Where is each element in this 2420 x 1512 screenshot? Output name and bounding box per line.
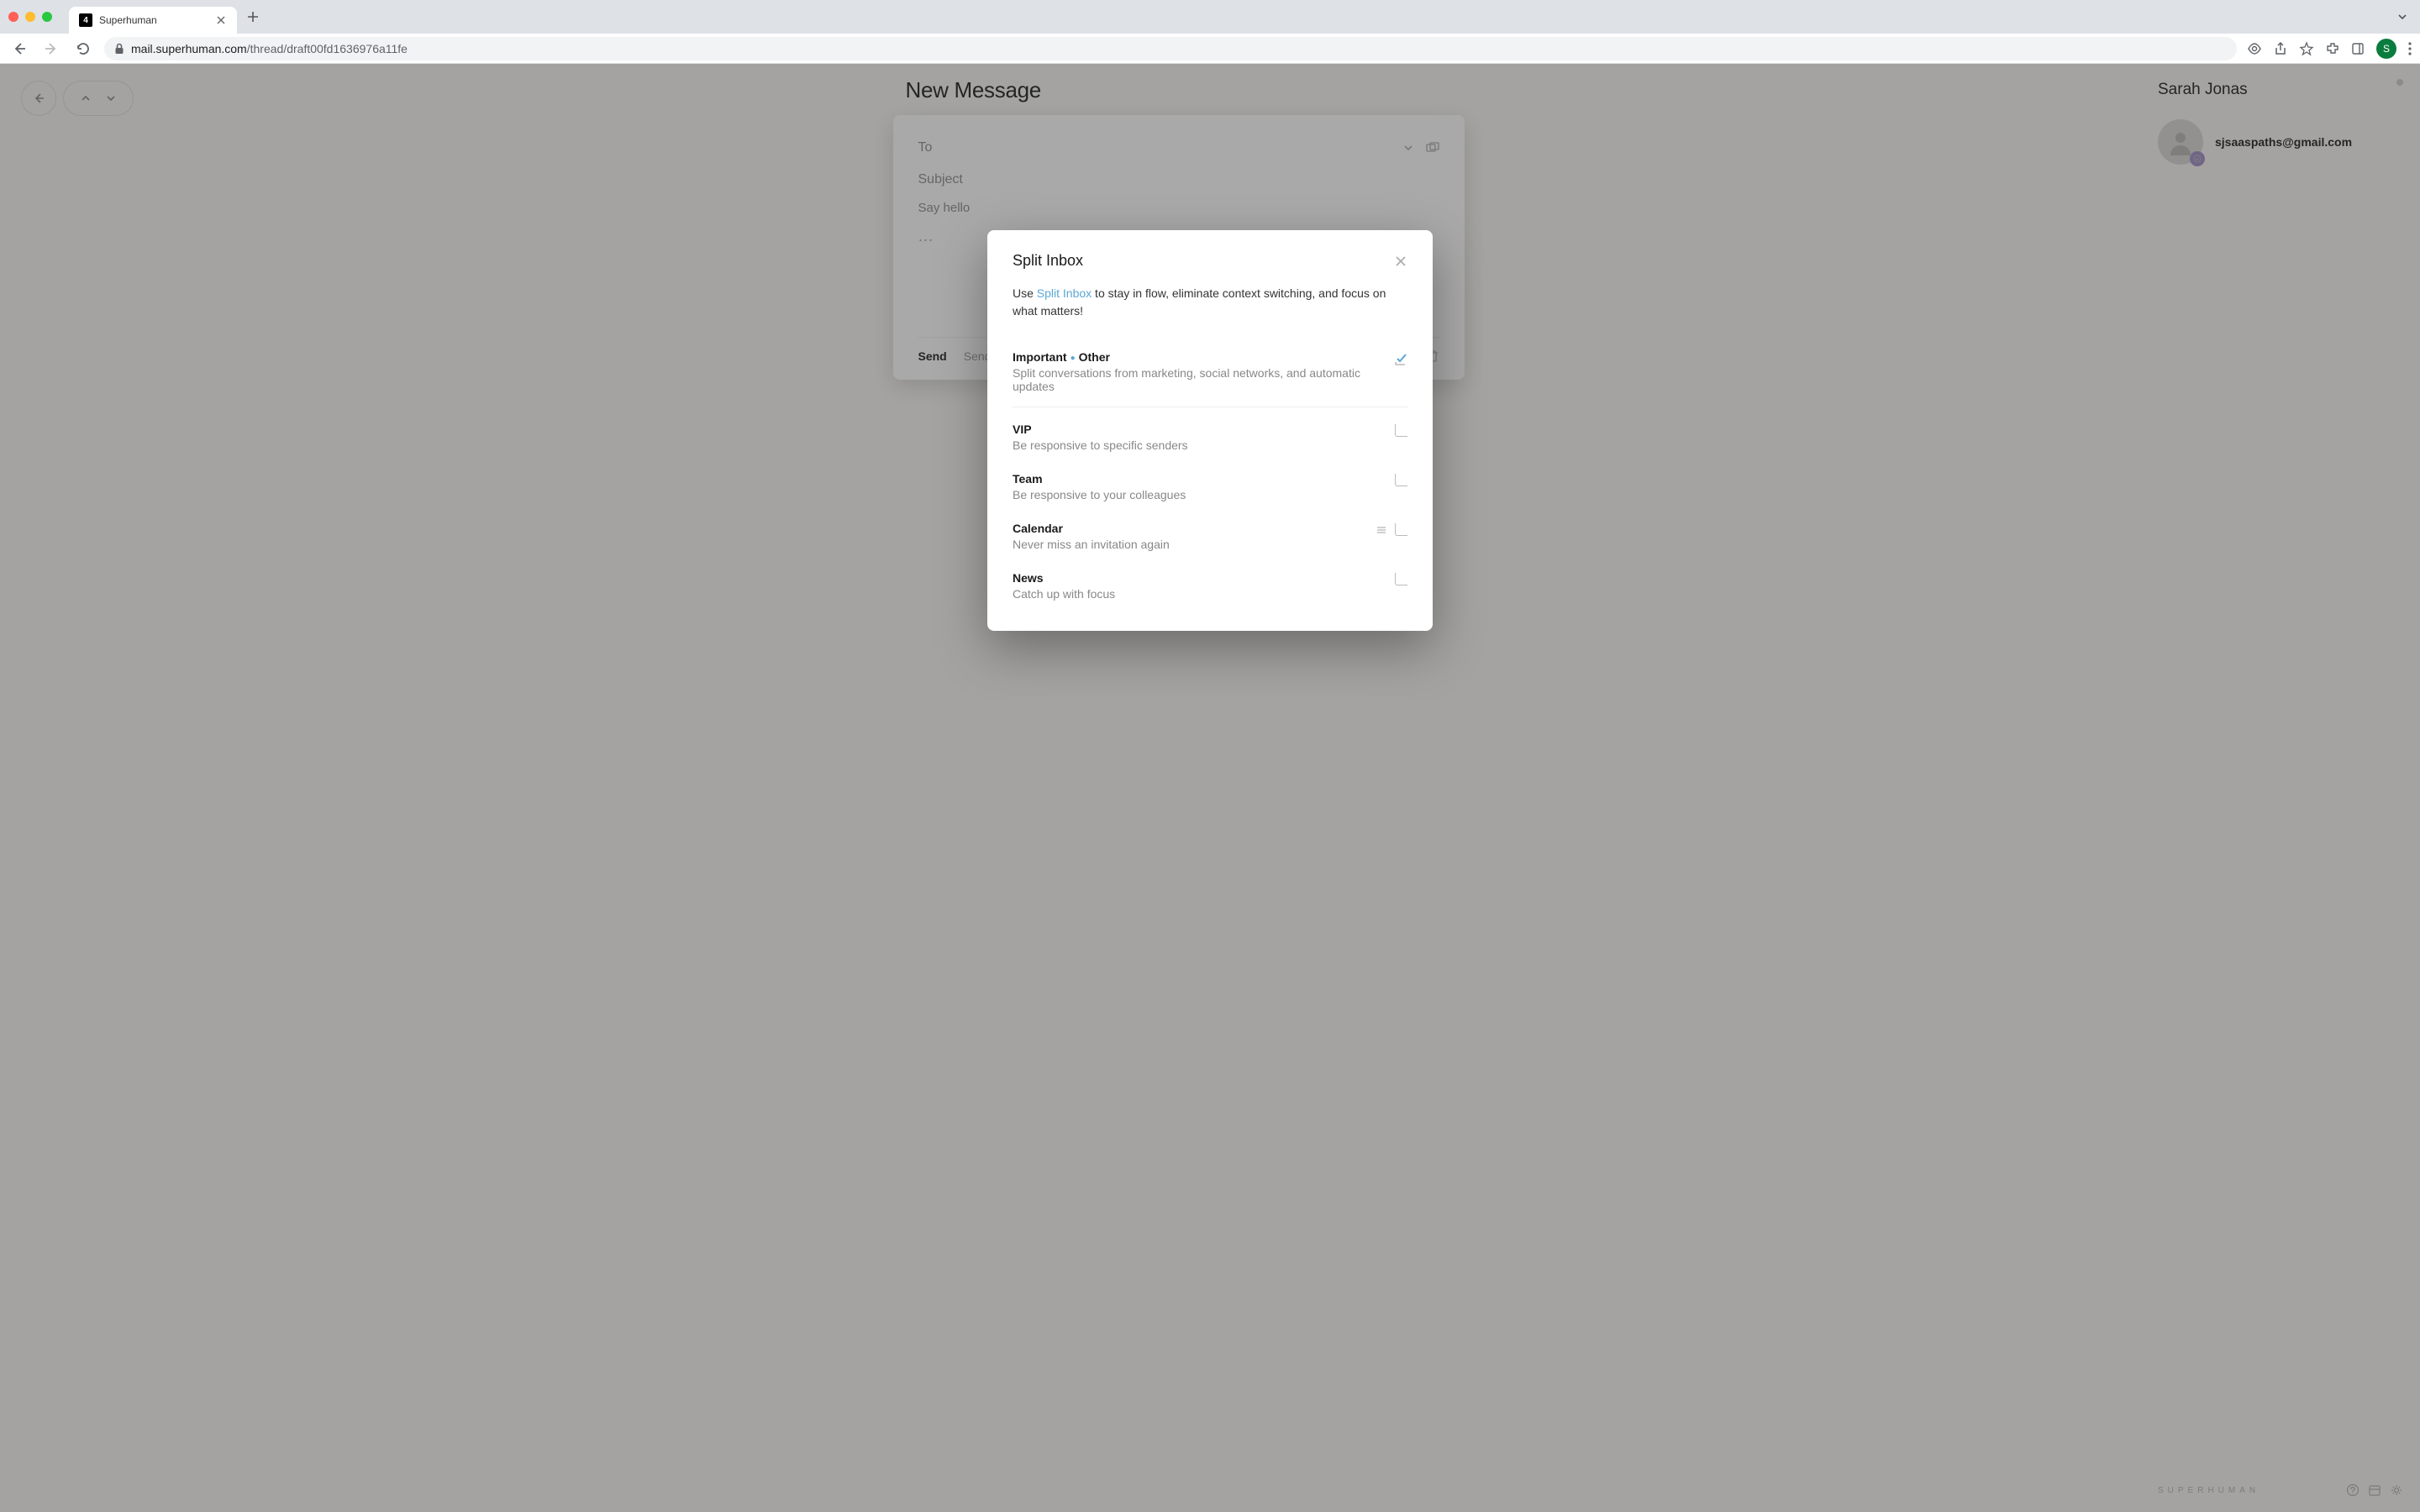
modal-header: Split Inbox [1013,252,1407,270]
url-path: /thread/draft00fd1636976a11fe [247,42,408,55]
split-item-sub: Be responsive to specific senders [1013,438,1383,452]
split-checkbox[interactable] [1395,573,1407,585]
split-item-info: Team Be responsive to your colleagues [1013,472,1383,501]
split-item-controls [1395,474,1407,486]
app-root: New Message To Subject Say hello ⋯ Send … [0,64,2420,1512]
window-minimize-button[interactable] [25,12,35,22]
split-item-calendar[interactable]: Calendar Never miss an invitation again [1013,512,1407,561]
split-item-team[interactable]: Team Be responsive to your colleagues [1013,462,1407,512]
split-item-controls [1376,523,1407,536]
extensions-icon[interactable] [2326,42,2339,55]
window-maximize-button[interactable] [42,12,52,22]
split-item-info: News Catch up with focus [1013,571,1383,601]
lock-icon [114,43,124,55]
split-name-other: Other [1079,350,1110,364]
split-checkbox[interactable] [1395,523,1407,536]
plus-icon [247,11,259,23]
chevron-down-icon [2396,11,2408,23]
new-tab-button[interactable] [244,8,262,26]
modal-close-button[interactable] [1394,255,1407,268]
toolbar-actions: S [2247,39,2412,59]
split-dot: ● [1071,354,1076,363]
browser-tab-strip: 4 Superhuman [0,0,2420,34]
drag-handle-icon[interactable] [1376,525,1386,535]
back-button[interactable] [8,38,30,60]
window-close-button[interactable] [8,12,18,22]
tab-favicon: 4 [79,13,92,27]
split-item-name: Team [1013,472,1383,486]
browser-toolbar: mail.superhuman.com/thread/draft00fd1636… [0,34,2420,64]
split-item-controls [1394,352,1407,365]
bookmark-star-icon[interactable] [2299,41,2314,56]
split-item-important[interactable]: Important ●Other Split conversations from… [1013,340,1407,403]
browser-tab[interactable]: 4 Superhuman [69,7,237,34]
modal-description: Use Split Inbox to stay in flow, elimina… [1013,285,1407,320]
split-item-name: Calendar [1013,522,1365,535]
kebab-icon [2408,42,2412,55]
split-item-sub: Catch up with focus [1013,587,1383,601]
arrow-left-icon [12,41,27,56]
split-name-important: Important [1013,350,1067,364]
split-inbox-modal: Split Inbox Use Split Inbox to stay in f… [987,230,1433,631]
chrome-menu-button[interactable] [2408,42,2412,55]
eye-icon[interactable] [2247,41,2262,56]
split-item-vip[interactable]: VIP Be responsive to specific senders [1013,407,1407,462]
split-checkbox[interactable] [1395,424,1407,437]
modal-title: Split Inbox [1013,252,1083,270]
split-item-info: Important ●Other Split conversations from… [1013,350,1382,393]
profile-avatar[interactable]: S [2376,39,2396,59]
split-item-name: VIP [1013,423,1383,436]
tabs-bar: 4 Superhuman [69,0,2412,34]
reload-button[interactable] [72,38,94,60]
forward-button[interactable] [40,38,62,60]
window-controls [8,12,52,22]
url-host: mail.superhuman.com [131,42,247,55]
split-inbox-link[interactable]: Split Inbox [1037,286,1092,300]
check-icon [1394,352,1407,365]
split-item-controls [1395,573,1407,585]
modal-overlay[interactable]: Split Inbox Use Split Inbox to stay in f… [0,64,2420,1512]
tab-close-button[interactable] [215,14,227,26]
modal-desc-prefix: Use [1013,286,1037,300]
close-icon [217,16,225,24]
split-item-info: Calendar Never miss an invitation again [1013,522,1365,551]
arrow-right-icon [44,41,59,56]
split-item-news[interactable]: News Catch up with focus [1013,561,1407,611]
split-checkbox[interactable] [1395,474,1407,486]
split-item-sub: Never miss an invitation again [1013,538,1365,551]
split-checkbox[interactable] [1394,352,1407,365]
address-bar[interactable]: mail.superhuman.com/thread/draft00fd1636… [104,37,2237,60]
url-text: mail.superhuman.com/thread/draft00fd1636… [131,42,408,55]
tabs-menu-button[interactable] [2393,8,2412,26]
share-icon[interactable] [2274,41,2287,56]
split-item-sub: Be responsive to your colleagues [1013,488,1383,501]
reload-icon [76,41,91,56]
split-item-sub: Split conversations from marketing, soci… [1013,366,1382,393]
split-item-info: VIP Be responsive to specific senders [1013,423,1383,452]
split-item-name: News [1013,571,1383,585]
sidepanel-icon[interactable] [2351,42,2365,55]
split-item-name: Important ●Other [1013,350,1382,364]
tab-title: Superhuman [99,14,208,26]
close-icon [1394,255,1407,268]
split-item-controls [1395,424,1407,437]
